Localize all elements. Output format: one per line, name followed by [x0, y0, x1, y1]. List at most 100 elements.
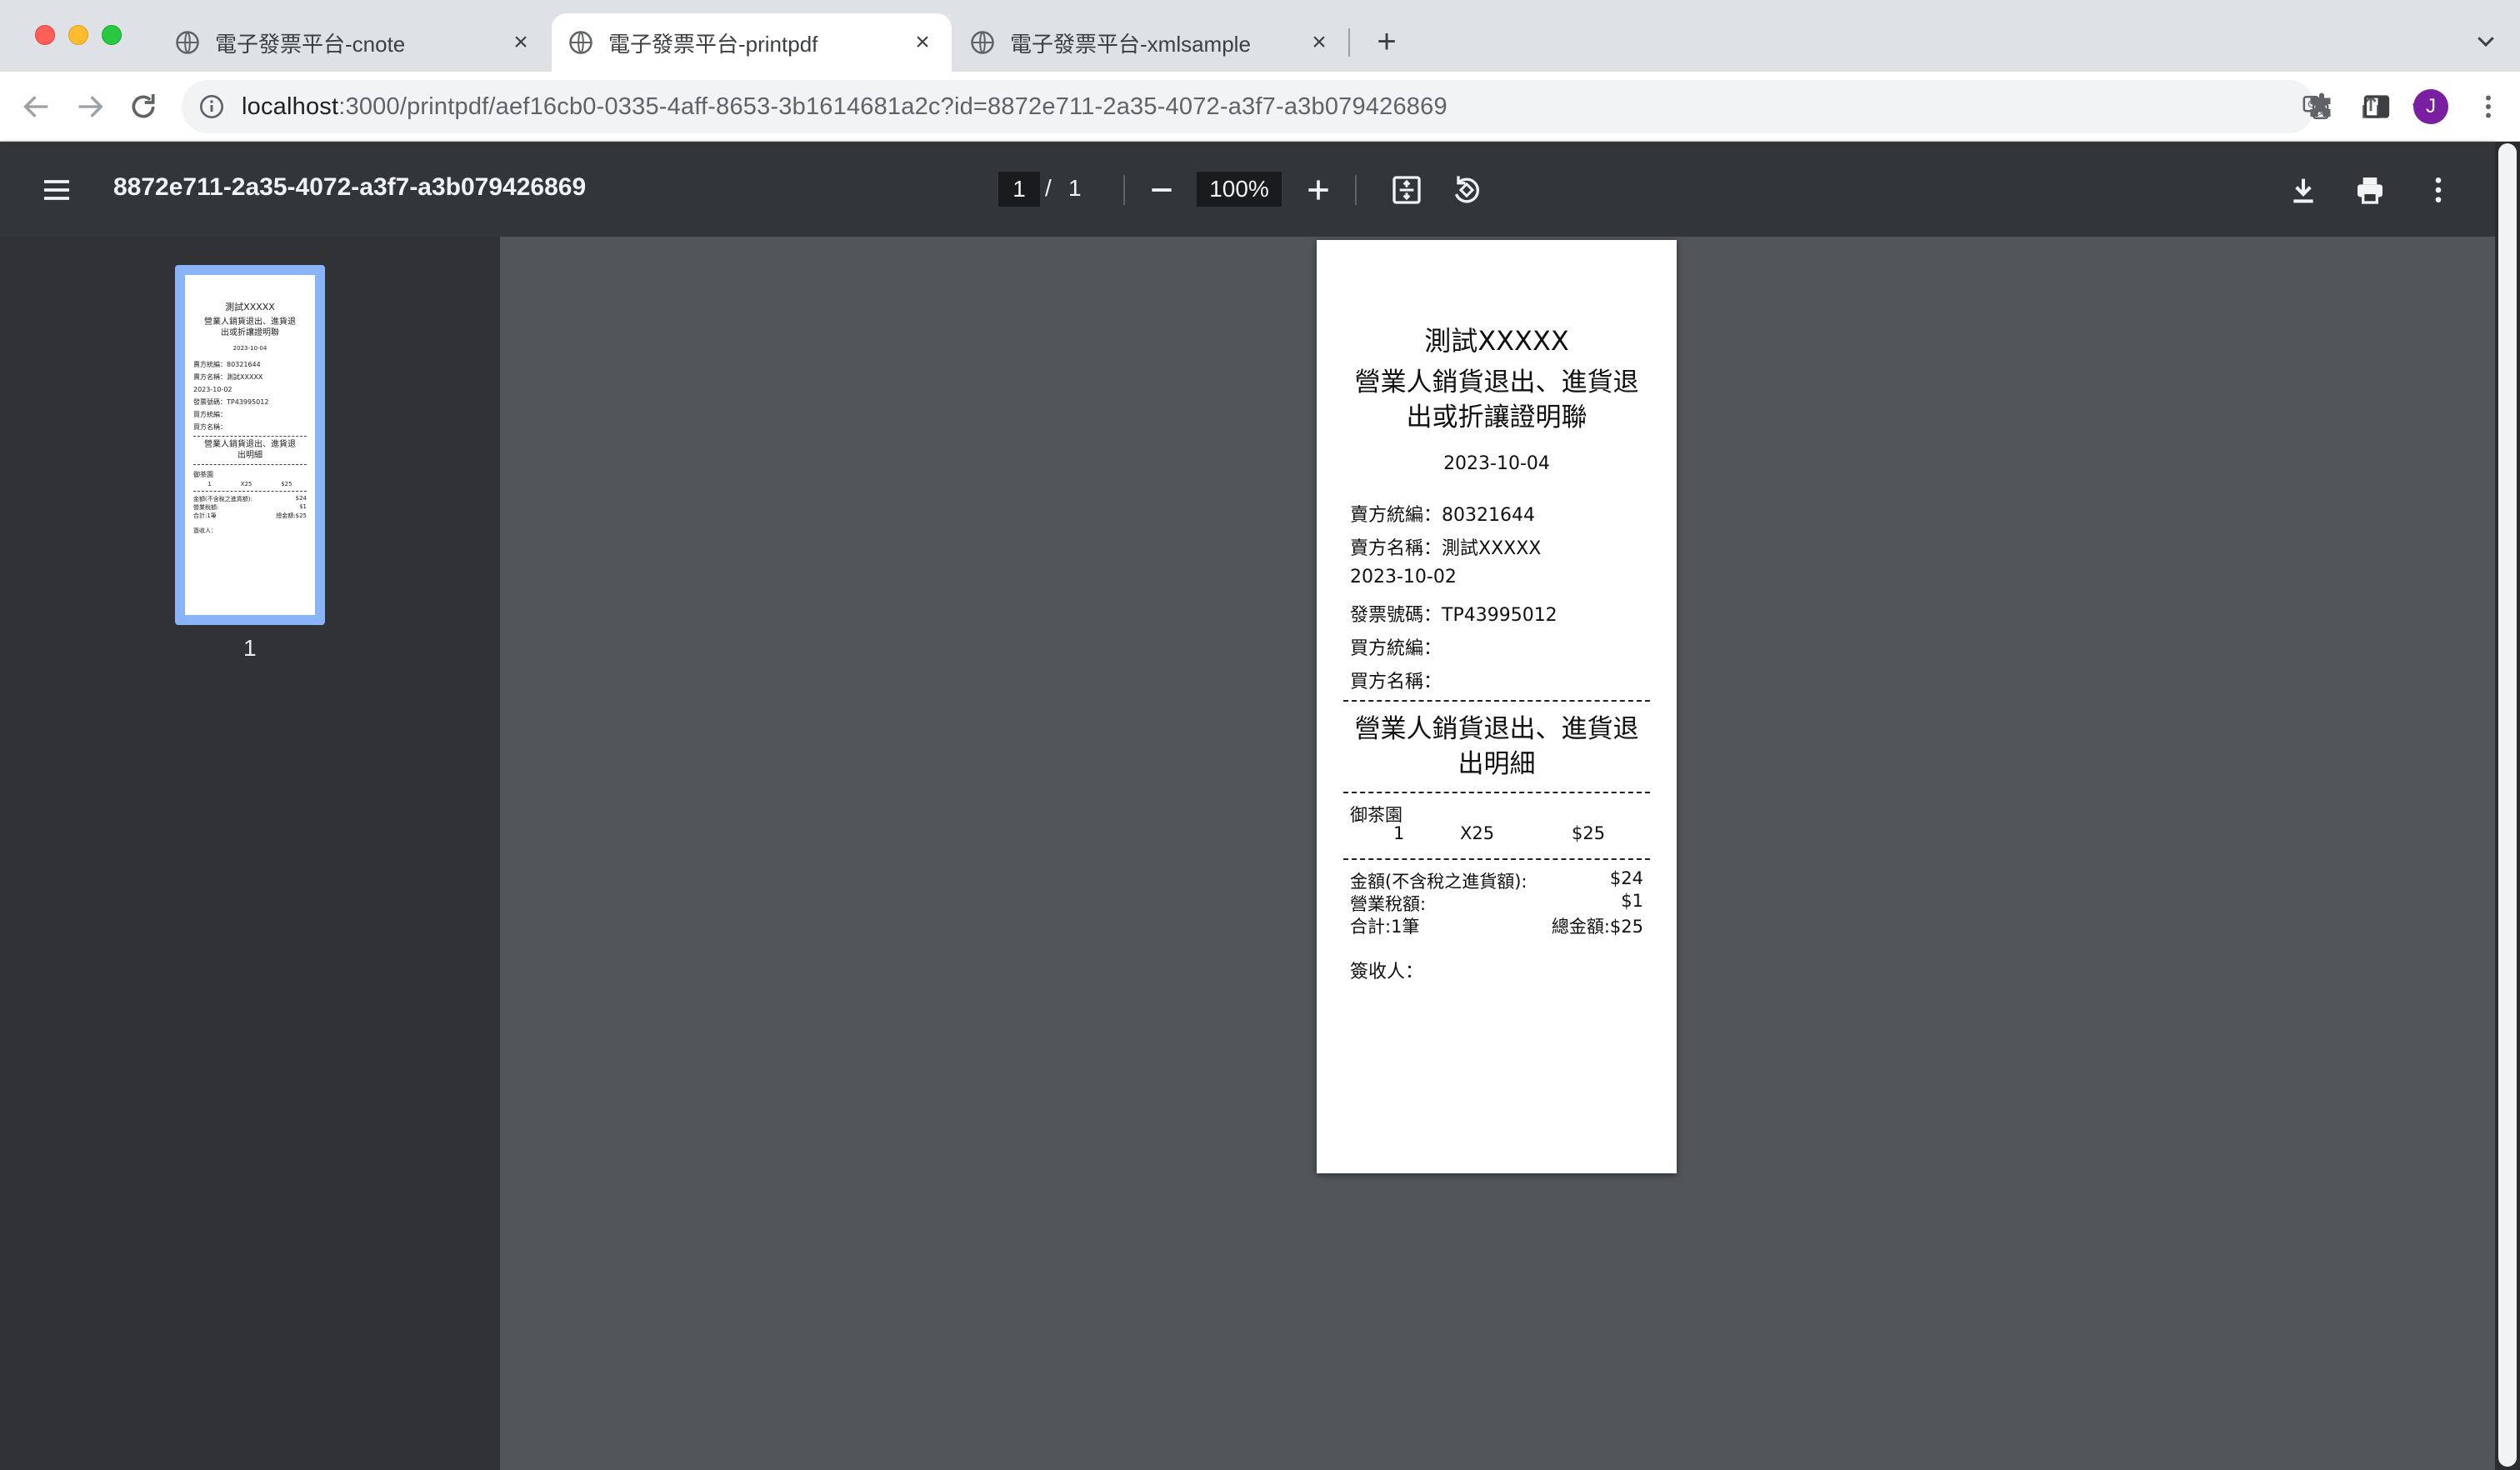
thumb-detail-title: 營業人銷貨退出、進貨退 出明細 — [193, 439, 307, 461]
item-qty: 1 — [1393, 823, 1405, 843]
thumb-doc-title: 營業人銷貨退出、進貨退 出或折讓證明聯 — [193, 317, 307, 338]
amount-value: $24 — [1609, 868, 1643, 888]
detail-title: 營業人銷貨退出、進貨退 出明細 — [1317, 712, 1677, 782]
address-bar[interactable]: localhost:3000/printpdf/aef16cb0-0335-4a… — [182, 80, 2436, 133]
profile-avatar[interactable]: J — [2413, 89, 2448, 124]
zoom-level-input[interactable]: 100% — [1197, 172, 1282, 207]
zoom-in-icon[interactable] — [1302, 173, 1335, 207]
minimize-window-button[interactable] — [68, 25, 88, 45]
doc-title-line2: 出或折讓證明聯 — [1406, 402, 1588, 432]
tax-row: 營業稅額: $1 — [1350, 891, 1643, 916]
thumb-item-amount: $25 — [281, 481, 292, 488]
thumb-seller-name: 賣方名稱：測試XXXXX — [193, 373, 263, 381]
doc-title: 營業人銷貨退出、進貨退 出或折讓證明聯 — [1317, 365, 1677, 435]
close-tab-icon[interactable]: × — [1307, 28, 1332, 56]
tab-separator — [1348, 28, 1350, 57]
download-icon[interactable] — [2287, 173, 2320, 207]
tab-title: 電子發票平台-printpdf — [608, 31, 818, 57]
globe-icon — [971, 31, 994, 54]
globe-icon — [569, 31, 592, 54]
thumbnail-preview: 測試XXXXX 營業人銷貨退出、進貨退 出或折讓證明聯 2023-10-04 賣方… — [185, 275, 315, 615]
thumbnail-page-number: 1 — [243, 635, 257, 661]
page-total: 1 — [1068, 175, 1082, 201]
thumb-item-unit: X25 — [240, 481, 252, 488]
pdf-page: 測試XXXXX 營業人銷貨退出、進貨退 出或折讓證明聯 2023-10-04 賣方… — [1317, 240, 1677, 1173]
zoom-window-button[interactable] — [102, 25, 122, 45]
invoice-number: 發票號碼：TP43995012 — [1350, 605, 1558, 626]
close-tab-icon[interactable]: × — [910, 28, 935, 56]
tab-strip: 電子發票平台-cnote × 電子發票平台-printpdf × 電子發票平台-… — [0, 0, 2520, 72]
thumb-tax-label: 營業稅額: — [193, 504, 219, 511]
item-unit: X25 — [1460, 823, 1495, 843]
extensions-puzzle-icon[interactable] — [2307, 92, 2337, 122]
buyer-id: 買方統編： — [1350, 638, 1442, 659]
seller-name: 賣方名稱：測試XXXXX — [1350, 538, 1542, 559]
fit-to-page-icon[interactable] — [1390, 173, 1423, 207]
thumb-amount-value: $24 — [295, 495, 307, 502]
thumb-detail-line1: 營業人銷貨退出、進貨退 — [204, 440, 296, 449]
thumb-count-label: 合計:1筆 — [193, 512, 217, 519]
scrollbar-thumb[interactable] — [2498, 143, 2517, 1467]
more-options-icon[interactable] — [2422, 173, 2455, 207]
thumb-title-line2: 出或折讓證明聯 — [221, 328, 279, 338]
dashed-divider — [1343, 792, 1650, 793]
toolbar-divider — [1123, 175, 1125, 205]
amount-label: 金額(不含稅之進貨額): — [1350, 872, 1528, 892]
close-tab-icon[interactable]: × — [508, 28, 533, 56]
toolbar-divider — [1355, 175, 1357, 205]
item-amount: $25 — [1572, 823, 1606, 843]
chevron-down-icon[interactable] — [2473, 28, 2498, 53]
forward-arrow-icon[interactable] — [73, 90, 107, 123]
doc-title-line1: 營業人銷貨退出、進貨退 — [1354, 368, 1639, 398]
page-separator: / — [1045, 175, 1052, 201]
tab-xmlsample[interactable]: 電子發票平台-xmlsample × — [953, 13, 1348, 72]
thumb-detail-line2: 出明細 — [238, 451, 262, 460]
invoice-date: 2023-10-02 — [1350, 567, 1457, 588]
globe-icon — [176, 31, 199, 54]
url-text[interactable]: localhost:3000/printpdf/aef16cb0-0335-4a… — [242, 93, 1448, 121]
tax-value: $1 — [1621, 891, 1643, 911]
tab-printpdf[interactable]: 電子發票平台-printpdf × — [552, 13, 952, 72]
rotate-icon[interactable] — [1450, 173, 1483, 207]
info-icon[interactable] — [198, 93, 225, 120]
tab-title: 電子發票平台-xmlsample — [1010, 31, 1251, 57]
browser-menu-icon[interactable] — [2473, 92, 2503, 122]
thumb-amount-label: 金額(不含稅之進貨額): — [193, 496, 252, 502]
thumb-tax-row: 營業稅額: $1 — [193, 503, 307, 512]
detail-title-line2: 出明細 — [1458, 749, 1536, 779]
zoom-out-icon[interactable] — [1145, 173, 1178, 207]
page-thumbnail[interactable]: 測試XXXXX 營業人銷貨退出、進貨退 出或折讓證明聯 2023-10-04 賣方… — [175, 265, 325, 625]
pdf-toolbar: 8872e711-2a35-4072-a3f7-a3b079426869 1 /… — [0, 142, 2495, 237]
dashed-divider — [1343, 700, 1650, 702]
thumb-divider — [193, 464, 307, 465]
new-tab-button[interactable]: + — [1370, 23, 1403, 60]
thumb-signer: 簽收人： — [193, 528, 217, 534]
total-row: 合計:1筆 總金額:$25 — [1350, 913, 1643, 938]
browser-toolbar: localhost:3000/printpdf/aef16cb0-0335-4a… — [0, 72, 2520, 142]
thumb-title-line1: 營業人銷貨退出、進貨退 — [204, 318, 296, 327]
back-arrow-icon[interactable] — [20, 90, 53, 123]
close-window-button[interactable] — [35, 25, 55, 45]
page-number-input[interactable]: 1 — [998, 172, 1040, 207]
thumb-amount-row: 金額(不含稅之進貨額): $24 — [193, 495, 307, 503]
buyer-name: 買方名稱： — [1350, 672, 1442, 692]
reload-icon[interactable] — [127, 90, 160, 123]
tab-cnote[interactable]: 電子發票平台-cnote × — [158, 13, 550, 72]
thumb-total-row: 合計:1筆 總金額:$25 — [193, 512, 307, 520]
thumb-invoice-number: 發票號碼：TP43995012 — [193, 398, 269, 406]
hamburger-menu-icon[interactable] — [40, 173, 73, 207]
dashed-divider — [1343, 858, 1650, 860]
thumb-item-qty: 1 — [208, 481, 212, 488]
url-path: :3000/printpdf/aef16cb0-0335-4aff-8653-3… — [338, 92, 1448, 120]
pdf-document-title: 8872e711-2a35-4072-a3f7-a3b079426869 — [113, 173, 587, 201]
thumb-seller-id: 賣方統編：80321644 — [193, 361, 261, 368]
thumb-date: 2023-10-04 — [232, 345, 268, 352]
side-panel-icon[interactable] — [2362, 92, 2392, 122]
thumb-tax-value: $1 — [299, 503, 307, 510]
print-icon[interactable] — [2353, 173, 2387, 207]
amount-row: 金額(不含稅之進貨額): $24 — [1350, 868, 1643, 893]
thumb-buyer-name: 買方名稱： — [193, 423, 227, 431]
thumb-store-name: 測試XXXXX — [225, 302, 275, 312]
signer-label: 簽收人： — [1350, 962, 1424, 982]
thumb-item-row: 1 X25 $25 — [193, 481, 307, 488]
